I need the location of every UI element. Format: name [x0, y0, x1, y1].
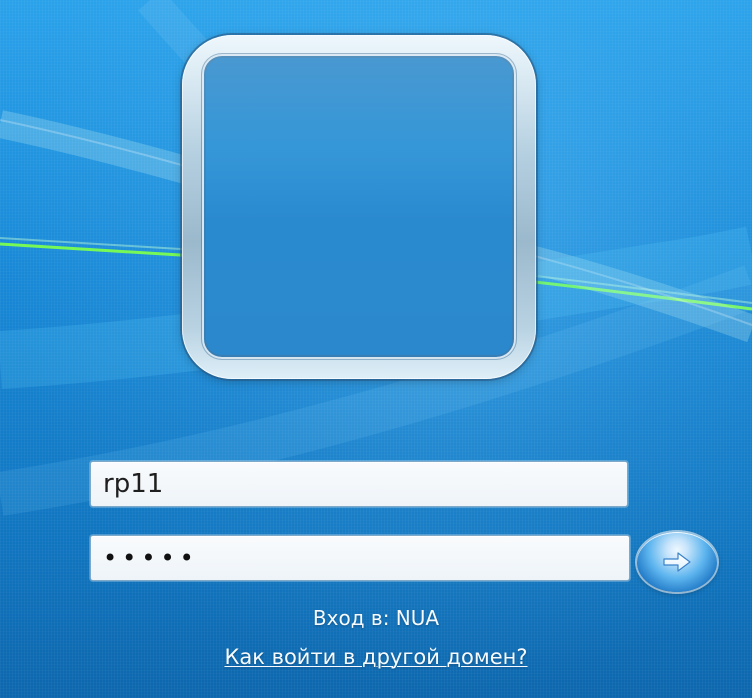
domain-label: Вход в: NUA	[312, 606, 440, 630]
arrow-right-icon	[663, 552, 691, 572]
password-field[interactable]	[90, 535, 630, 581]
submit-login-button[interactable]	[637, 532, 717, 592]
user-avatar-frame-icon	[182, 35, 536, 379]
user-avatar-placeholder	[202, 54, 516, 359]
alternate-domain-link[interactable]: Как войти в другой домен?	[0, 643, 752, 671]
username-field[interactable]	[90, 461, 628, 507]
logon-screen: Вход в: NUA Как войти в другой домен?	[0, 0, 752, 698]
